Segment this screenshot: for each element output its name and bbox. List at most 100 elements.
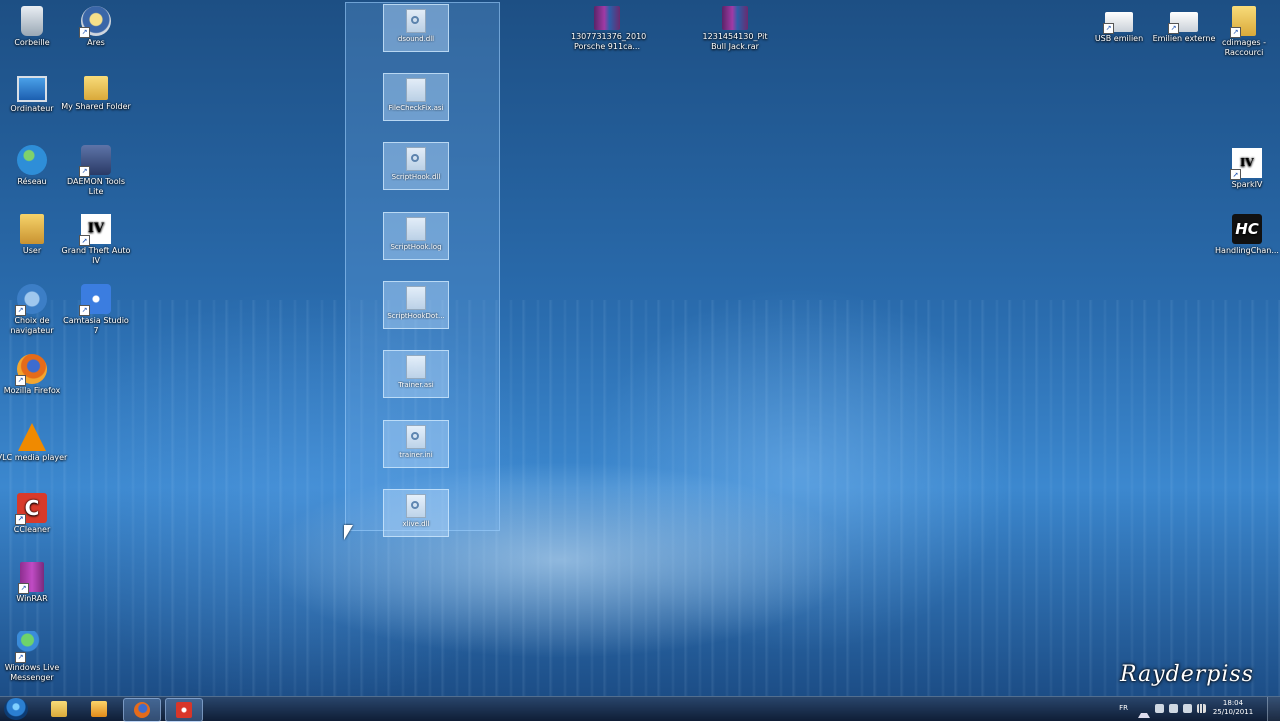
selected-file-icon[interactable]: ScriptHook.log: [383, 212, 449, 260]
desktop-icon-recycle-bin[interactable]: Corbeille: [0, 6, 68, 48]
shortcut-arrow-icon: ↗: [1103, 23, 1114, 34]
watermark: Rayderpiss: [1120, 662, 1254, 687]
network-tray-icon[interactable]: [1155, 704, 1164, 713]
generic-file-icon: [406, 355, 426, 379]
desktop-icon-label: Ordinateur: [10, 104, 54, 113]
desktop-icon-label: CCleaner: [13, 525, 51, 534]
selected-file-icon[interactable]: trainer.ini: [383, 420, 449, 468]
selected-file-label: ScriptHookDot...: [387, 312, 445, 320]
desktop-icon-network[interactable]: Réseau: [0, 145, 68, 187]
selected-file-icon[interactable]: FileCheckFix.asi: [383, 73, 449, 121]
vlc-icon: [18, 423, 46, 451]
desktop-icon-daemon-tools[interactable]: ↗ DAEMON Tools Lite: [60, 145, 132, 197]
clock[interactable]: 18:04 25/10/2011: [1208, 699, 1258, 717]
desktop-icon-label: Corbeille: [14, 38, 50, 47]
desktop-icon-label: User: [22, 246, 42, 255]
desktop-icon-browser-choice[interactable]: ↗ Choix de navigateur: [0, 284, 68, 336]
generic-file-icon: [406, 78, 426, 102]
selected-file-label: trainer.ini: [399, 451, 433, 459]
clock-time: 18:04: [1222, 699, 1244, 707]
volume-icon[interactable]: [1169, 704, 1178, 713]
dll-file-icon: [406, 494, 426, 518]
camtasia-icon: ↗: [79, 284, 111, 316]
desktop-icon-user[interactable]: User: [0, 214, 68, 256]
selected-file-icon[interactable]: xlive.dll: [383, 489, 449, 537]
generic-file-icon: [406, 217, 426, 241]
desktop-icon-rar-porsche[interactable]: 1307731376_2010 Porsche 911ca...: [571, 6, 647, 52]
power-icon[interactable]: [1183, 704, 1192, 713]
wallpaper-streaks: [0, 300, 1280, 696]
desktop-icon-label: Choix de navigateur: [10, 316, 54, 335]
selected-file-label: ScriptHook.log: [390, 243, 442, 251]
ccleaner-icon: C ↗: [15, 493, 47, 525]
show-desktop-button[interactable]: [1267, 697, 1280, 721]
desktop-icon-label: Ares: [87, 38, 105, 47]
selected-file-label: FileCheckFix.asi: [388, 104, 444, 112]
external-drive-icon: ↗: [1168, 12, 1198, 34]
desktop[interactable]: Corbeille Ordinateur Réseau User ↗ Choix…: [0, 0, 1280, 696]
clock-date: 25/10/2011: [1212, 708, 1254, 716]
computer-icon: [17, 76, 47, 102]
gta-glyph-text: IV: [87, 221, 105, 236]
generic-file-icon: [406, 286, 426, 310]
shortcut-arrow-icon: ↗: [1168, 23, 1179, 34]
shortcut-arrow-icon: ↗: [15, 305, 26, 316]
desktop-icon-handling[interactable]: HC HandlingChan...: [1211, 214, 1280, 256]
desktop-icon-label: 1307731376_2010 Porsche 911ca...: [571, 32, 647, 51]
desktop-icon-usb[interactable]: ↗ USB emilien: [1083, 6, 1155, 44]
desktop-icon-gta-iv[interactable]: IV ↗ Grand Theft Auto IV: [60, 214, 132, 266]
taskbar-explorer-button[interactable]: [41, 698, 77, 720]
desktop-icon-firefox[interactable]: ↗ Mozilla Firefox: [0, 354, 68, 396]
shortcut-arrow-icon: ↗: [79, 166, 90, 177]
ini-file-icon: [406, 425, 426, 449]
media-player-icon: [91, 701, 107, 717]
shortcut-arrow-icon: ↗: [1230, 27, 1241, 38]
hc-icon: HC: [1232, 214, 1262, 244]
desktop-icon-cdimages[interactable]: ↗ cdimages - Raccourci: [1208, 6, 1280, 58]
desktop-icon-winrar[interactable]: ↗ WinRAR: [0, 562, 68, 604]
language-indicator[interactable]: FR: [1119, 704, 1128, 712]
shortcut-arrow-icon: ↗: [15, 652, 26, 663]
gta-icon: IV ↗: [79, 214, 111, 246]
folder-icon: [51, 701, 67, 717]
taskbar-media-player-button[interactable]: [81, 698, 117, 720]
signal-icon[interactable]: [1197, 704, 1206, 713]
browser-choice-icon: ↗: [15, 284, 47, 316]
selected-file-label: dsound.dll: [397, 35, 435, 43]
desktop-icon-label: Windows Live Messenger: [4, 663, 60, 682]
start-button[interactable]: [4, 698, 28, 720]
taskbar-firefox-button[interactable]: [123, 698, 161, 722]
desktop-icon-label: Réseau: [17, 177, 47, 186]
dll-file-icon: [406, 9, 426, 33]
desktop-icon-shared-folder[interactable]: My Shared Folder: [60, 76, 132, 112]
selected-file-icon[interactable]: ScriptHook.dll: [383, 142, 449, 190]
dll-file-icon: [406, 147, 426, 171]
desktop-icon-vlc[interactable]: VLC media player: [0, 423, 68, 463]
desktop-icon-label: USB emilien: [1094, 34, 1144, 43]
desktop-icon-label: DAEMON Tools Lite: [67, 177, 125, 196]
desktop-icon-camtasia[interactable]: ↗ Camtasia Studio 7: [60, 284, 132, 336]
messenger-icon: ↗: [15, 631, 47, 663]
selected-file-icon[interactable]: Trainer.asi: [383, 350, 449, 398]
desktop-icon-computer[interactable]: Ordinateur: [0, 76, 68, 114]
shortcut-arrow-icon: ↗: [18, 583, 29, 594]
desktop-icon-rar-pitbull[interactable]: 1231454130_Pit Bull Jack.rar: [699, 6, 771, 52]
desktop-icon-messenger[interactable]: ↗ Windows Live Messenger: [0, 631, 68, 683]
rar-archive-icon: [594, 6, 620, 30]
desktop-icon-label: VLC media player: [0, 453, 68, 462]
shortcut-arrow-icon: ↗: [15, 514, 26, 525]
desktop-icon-ares[interactable]: ↗ Ares: [60, 6, 132, 48]
selected-file-icon[interactable]: dsound.dll: [383, 4, 449, 52]
desktop-icon-ccleaner[interactable]: C ↗ CCleaner: [0, 493, 68, 535]
desktop-icon-label: Mozilla Firefox: [3, 386, 61, 395]
desktop-icon-sparkiv[interactable]: IV ↗ SparkIV: [1211, 148, 1280, 190]
desktop-icon-label: 1231454130_Pit Bull Jack.rar: [702, 32, 768, 51]
desktop-icon-label: SparkIV: [1231, 180, 1263, 189]
daemon-tools-icon: ↗: [79, 145, 111, 177]
show-hidden-icons-icon[interactable]: [1138, 704, 1150, 718]
rar-archive-icon: [722, 6, 748, 30]
taskbar-camtasia-button[interactable]: [165, 698, 203, 722]
selected-file-icon[interactable]: ScriptHookDot...: [383, 281, 449, 329]
desktop-icon-label: HandlingChan...: [1215, 246, 1279, 255]
selected-file-label: ScriptHook.dll: [391, 173, 441, 181]
